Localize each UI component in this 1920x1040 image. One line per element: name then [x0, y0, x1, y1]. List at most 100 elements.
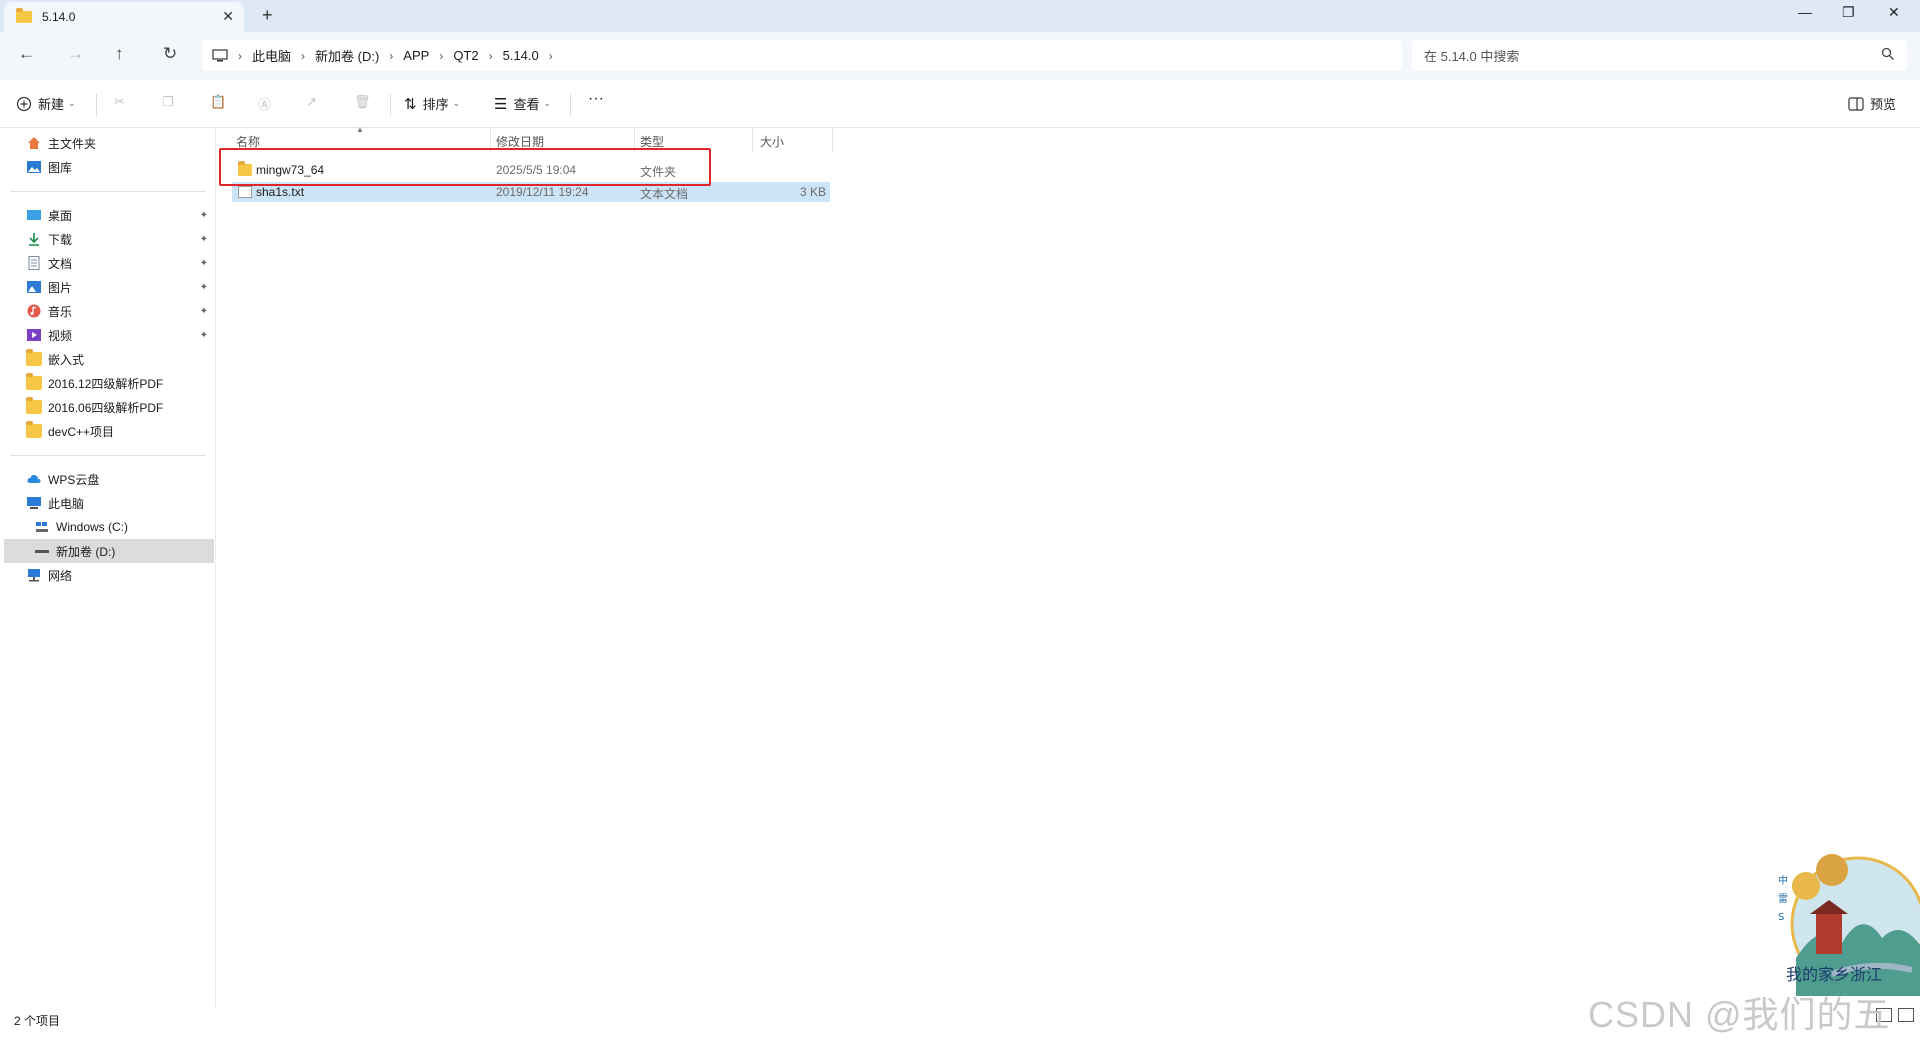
- sidebar-item-downloads[interactable]: 下载 ✦: [4, 227, 214, 251]
- search-icon: [1881, 47, 1894, 60]
- share-icon[interactable]: ↗: [306, 94, 317, 110]
- close-tab-button[interactable]: ✕: [222, 8, 234, 25]
- cloud-icon: [27, 474, 41, 483]
- refresh-button[interactable]: ↻: [163, 44, 177, 64]
- breadcrumb-separator[interactable]: ›: [439, 49, 443, 63]
- sort-ascending-icon: ▲: [356, 125, 364, 134]
- chevron-down-icon: ⌄: [452, 98, 461, 108]
- sidebar-item-desktop[interactable]: 桌面 ✦: [4, 203, 214, 227]
- sidebar-item-folder[interactable]: 2016.06四级解析PDF: [4, 395, 214, 419]
- pin-icon[interactable]: ✦: [200, 234, 208, 245]
- up-button[interactable]: ↑: [115, 44, 124, 64]
- file-date: 2019/12/11 19:24: [496, 185, 589, 199]
- sidebar-item-home[interactable]: 主文件夹: [4, 131, 214, 155]
- breadcrumb-separator[interactable]: ›: [238, 49, 242, 63]
- folder-icon: [26, 421, 42, 438]
- column-divider[interactable]: [752, 128, 753, 152]
- sidebar-item-music[interactable]: 音乐 ✦: [4, 299, 214, 323]
- sidebar-item-folder[interactable]: 2016.12四级解析PDF: [4, 371, 214, 395]
- sidebar-item-label: 音乐: [48, 304, 73, 319]
- minimize-button[interactable]: —: [1798, 4, 1812, 20]
- zhejiang-stamp-image: 中 雷 S 我的家乡浙江: [1778, 854, 1920, 996]
- sidebar-item-label: 2016.06四级解析PDF: [48, 400, 164, 415]
- navigation-pane: 主文件夹 图库 桌面 ✦ 下载 ✦ 文档 ✦ 图片 ✦ 音乐 ✦ 视频 ✦ 嵌入…: [0, 128, 216, 1008]
- close-window-button[interactable]: ✕: [1888, 4, 1900, 21]
- more-options-button[interactable]: ···: [588, 90, 604, 108]
- sidebar-item-label: WPS云盘: [48, 472, 100, 487]
- music-icon: [27, 304, 41, 318]
- search-placeholder: 在 5.14.0 中搜索: [1424, 49, 1520, 64]
- column-divider[interactable]: [832, 128, 833, 152]
- preview-button[interactable]: 预览: [1848, 94, 1896, 113]
- svg-text:S: S: [1778, 912, 1784, 923]
- sidebar-item-label: 2016.12四级解析PDF: [48, 376, 164, 391]
- breadcrumb-qt2[interactable]: QT2: [453, 48, 478, 63]
- back-button[interactable]: ←: [18, 44, 35, 64]
- column-header-size[interactable]: 大小: [760, 133, 784, 150]
- sidebar-item-label: 下载: [48, 232, 73, 247]
- windows-drive-icon: [36, 522, 48, 532]
- pin-icon[interactable]: ✦: [200, 306, 208, 317]
- chevron-down-icon: ⌄: [543, 98, 552, 108]
- sidebar-item-label: Windows (C:): [56, 520, 129, 534]
- sidebar-item-label: 此电脑: [48, 496, 85, 511]
- sidebar-item-pictures[interactable]: 图片 ✦: [4, 275, 214, 299]
- pin-icon[interactable]: ✦: [200, 330, 208, 341]
- tab-5-14-0[interactable]: 5.14.0 ✕: [4, 2, 244, 32]
- pin-icon[interactable]: ✦: [200, 258, 208, 269]
- folder-icon: [26, 397, 42, 414]
- new-button[interactable]: 新建 ⌄: [16, 94, 76, 113]
- divider: [390, 94, 391, 116]
- sidebar-item-drive-d[interactable]: 新加卷 (D:): [4, 539, 214, 563]
- sidebar-item-network[interactable]: 网络: [4, 563, 214, 587]
- breadcrumb-separator[interactable]: ›: [301, 49, 305, 63]
- breadcrumb-separator[interactable]: ›: [389, 49, 393, 63]
- breadcrumb-separator[interactable]: ›: [489, 49, 493, 63]
- sort-button[interactable]: ⇅ 排序 ⌄: [404, 94, 460, 113]
- search-input[interactable]: 在 5.14.0 中搜索: [1412, 40, 1907, 71]
- copy-icon[interactable]: ❐: [162, 94, 174, 110]
- breadcrumb-5-14-0[interactable]: 5.14.0: [503, 48, 539, 63]
- folder-icon: [16, 8, 32, 23]
- sidebar-item-folder[interactable]: devC++项目: [4, 419, 214, 443]
- sidebar-item-wps-cloud[interactable]: WPS云盘: [4, 467, 214, 491]
- stamp-text: 我的家乡浙江: [1786, 965, 1882, 984]
- sidebar-item-label: 嵌入式: [48, 352, 85, 367]
- sidebar-item-videos[interactable]: 视频 ✦: [4, 323, 214, 347]
- new-label: 新建: [38, 97, 65, 112]
- sidebar-item-this-pc[interactable]: 此电脑: [4, 491, 214, 515]
- pin-icon[interactable]: ✦: [200, 210, 208, 221]
- sidebar-item-gallery[interactable]: 图库: [4, 155, 214, 179]
- pin-icon[interactable]: ✦: [200, 282, 208, 293]
- paste-icon[interactable]: 📋: [210, 94, 226, 110]
- sidebar-item-label: 主文件夹: [48, 136, 97, 151]
- folder-icon: [26, 349, 42, 366]
- forward-button[interactable]: →: [67, 44, 84, 64]
- breadcrumb-drive-d[interactable]: 新加卷 (D:): [315, 46, 379, 65]
- sidebar-item-label: 视频: [48, 328, 73, 343]
- drive-icon: [35, 550, 49, 553]
- address-bar[interactable]: › 此电脑 › 新加卷 (D:) › APP › QT2 › 5.14.0 ›: [202, 40, 1402, 71]
- sidebar-item-documents[interactable]: 文档 ✦: [4, 251, 214, 275]
- svg-text:雷: 雷: [1778, 893, 1788, 905]
- sidebar-item-drive-c[interactable]: Windows (C:): [4, 515, 214, 539]
- view-button[interactable]: ☰ 查看 ⌄: [494, 94, 551, 113]
- network-icon: [28, 569, 40, 582]
- new-tab-button[interactable]: +: [262, 5, 273, 26]
- sidebar-divider: [10, 191, 206, 192]
- breadcrumb-separator[interactable]: ›: [549, 49, 553, 63]
- sidebar-item-folder[interactable]: 嵌入式: [4, 347, 214, 371]
- title-bar: 5.14.0 ✕ + — ❐ ✕: [0, 0, 1920, 32]
- rename-icon[interactable]: Ⓐ: [258, 94, 271, 113]
- cut-icon[interactable]: ✂: [114, 94, 125, 110]
- text-file-icon: [238, 186, 252, 198]
- restore-button[interactable]: ❐: [1842, 4, 1855, 21]
- breadcrumb-this-pc[interactable]: 此电脑: [252, 46, 291, 65]
- breadcrumb-app[interactable]: APP: [403, 48, 429, 63]
- gallery-icon: [27, 161, 41, 173]
- delete-icon[interactable]: 🗑: [354, 94, 371, 110]
- computer-icon: [212, 48, 228, 61]
- video-icon: [27, 329, 41, 341]
- divider: [570, 94, 571, 116]
- home-icon: [28, 137, 40, 149]
